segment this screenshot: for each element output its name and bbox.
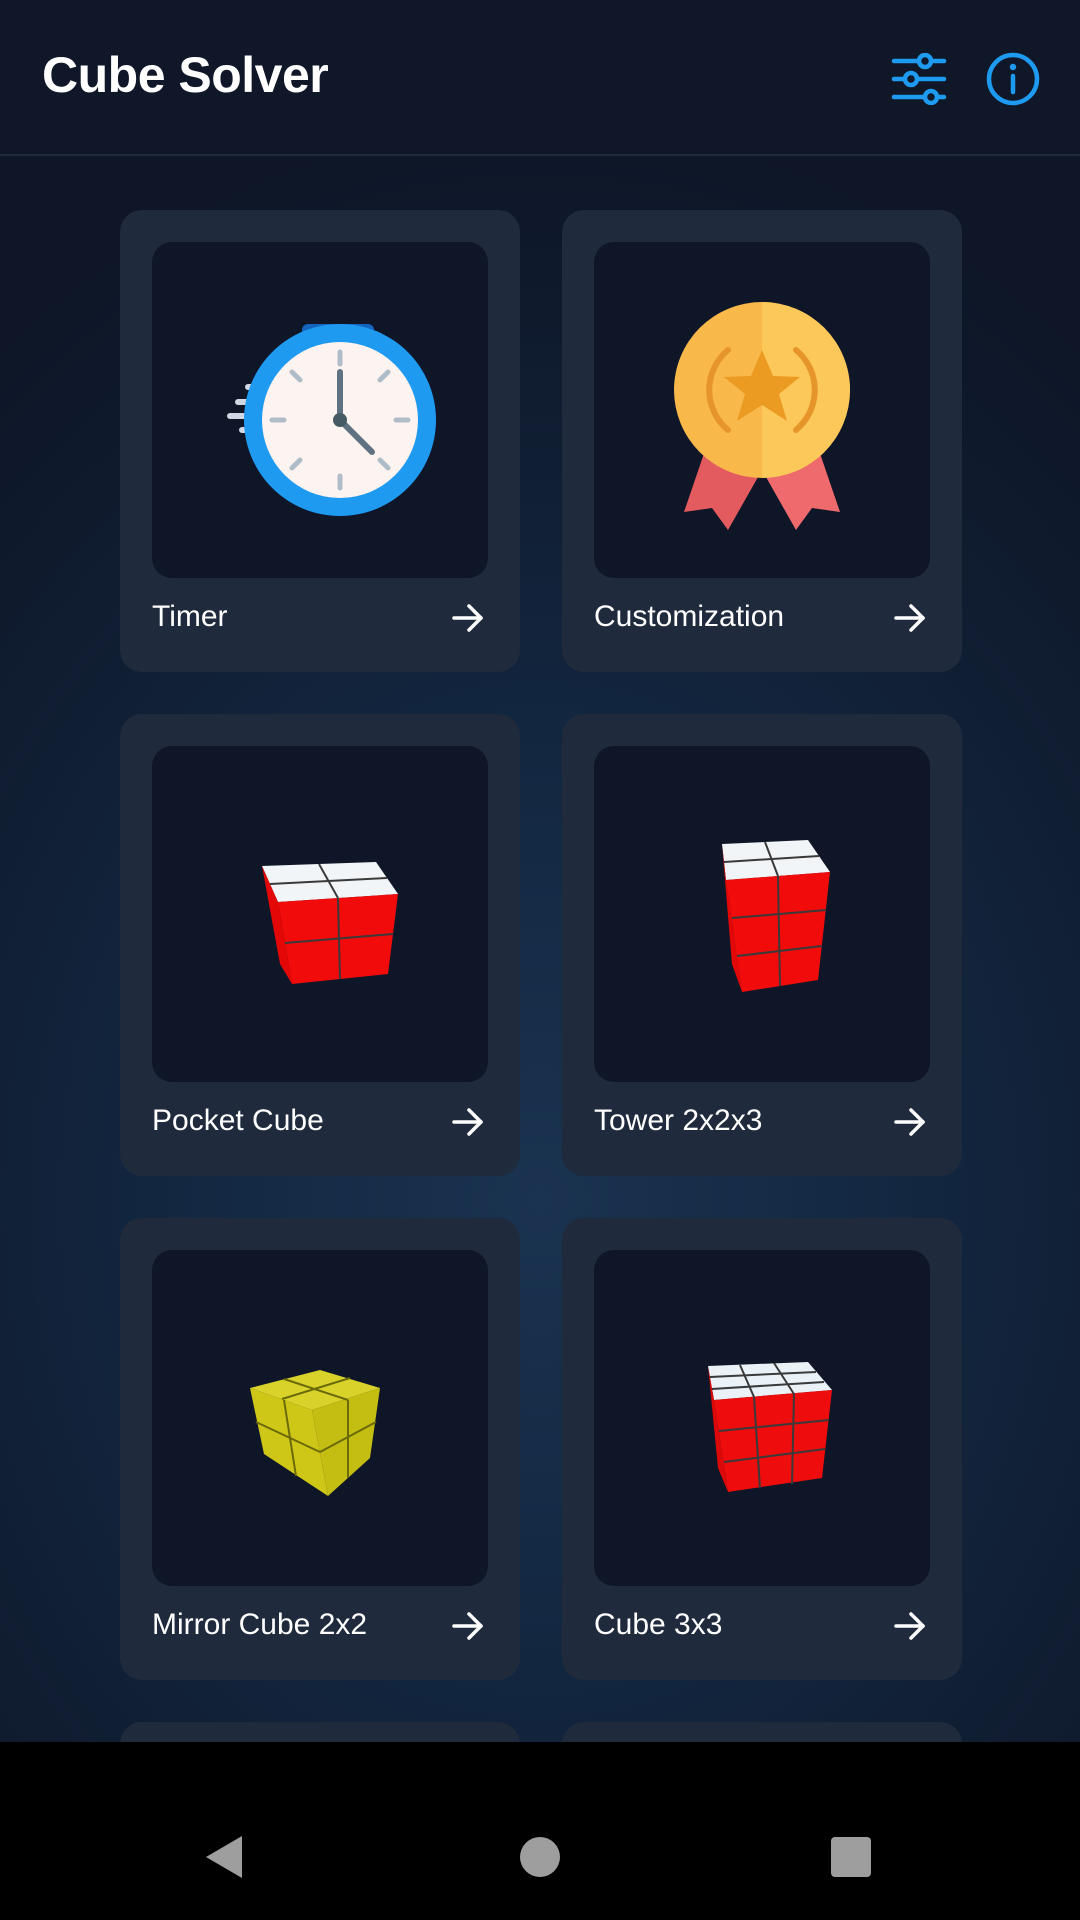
card-pocket-cube[interactable]: Pocket Cube: [120, 714, 520, 1176]
cube-2x2x3-render: [722, 840, 830, 992]
settings-button[interactable]: [884, 44, 954, 114]
arrow-right-icon: [894, 1612, 925, 1640]
card-label: Customization: [594, 600, 785, 633]
card-cube-3x3[interactable]: Cube 3x3: [562, 1218, 962, 1680]
card-customization[interactable]: Customization: [562, 210, 962, 672]
info-button[interactable]: [978, 44, 1048, 114]
arrow-right-icon: [894, 604, 925, 632]
arrow-right-icon: [894, 1108, 925, 1136]
card-image: [152, 746, 488, 1082]
app-bar: Cube Solver: [0, 0, 1080, 156]
info-circle-icon: [986, 52, 1040, 106]
card-image: [594, 746, 930, 1082]
card-image: [594, 1250, 930, 1586]
arrow-right-icon: [452, 1612, 483, 1640]
card-mirror-cube-2x2[interactable]: Mirror Cube 2x2: [120, 1218, 520, 1680]
card-label: Pocket Cube: [152, 1104, 324, 1137]
card-image: [594, 242, 930, 578]
cube-2x2-render: [262, 862, 398, 984]
card-partial-right[interactable]: [562, 1722, 962, 1742]
card-partial-left[interactable]: [120, 1722, 520, 1742]
card-label: Mirror Cube 2x2: [152, 1608, 368, 1641]
back-triangle-icon[interactable]: [204, 1834, 244, 1880]
card-label: Tower 2x2x3: [594, 1104, 763, 1137]
recents-square-icon[interactable]: [831, 1837, 871, 1877]
system-navigation-bar: [0, 1742, 1080, 1920]
arrow-right-icon: [452, 604, 483, 632]
stopwatch-illustration: [227, 324, 436, 516]
gold-medal-illustration: [674, 302, 850, 530]
card-label: Cube 3x3: [594, 1608, 723, 1641]
card-tower-2x2x3[interactable]: Tower 2x2x3: [562, 714, 962, 1176]
tune-sliders-icon: [891, 53, 947, 105]
mirror-cube-render: [250, 1370, 380, 1496]
app-screen: Cube Solver Timer Customization Pocket C…: [0, 0, 1080, 1742]
card-label: Timer: [152, 600, 228, 633]
card-image: [152, 242, 488, 578]
home-circle-icon[interactable]: [520, 1837, 560, 1877]
card-timer[interactable]: Timer: [120, 210, 520, 672]
app-title: Cube Solver: [42, 47, 329, 103]
arrow-right-icon: [452, 1108, 483, 1136]
cube-3x3-render: [708, 1362, 832, 1492]
card-image: [152, 1250, 488, 1586]
